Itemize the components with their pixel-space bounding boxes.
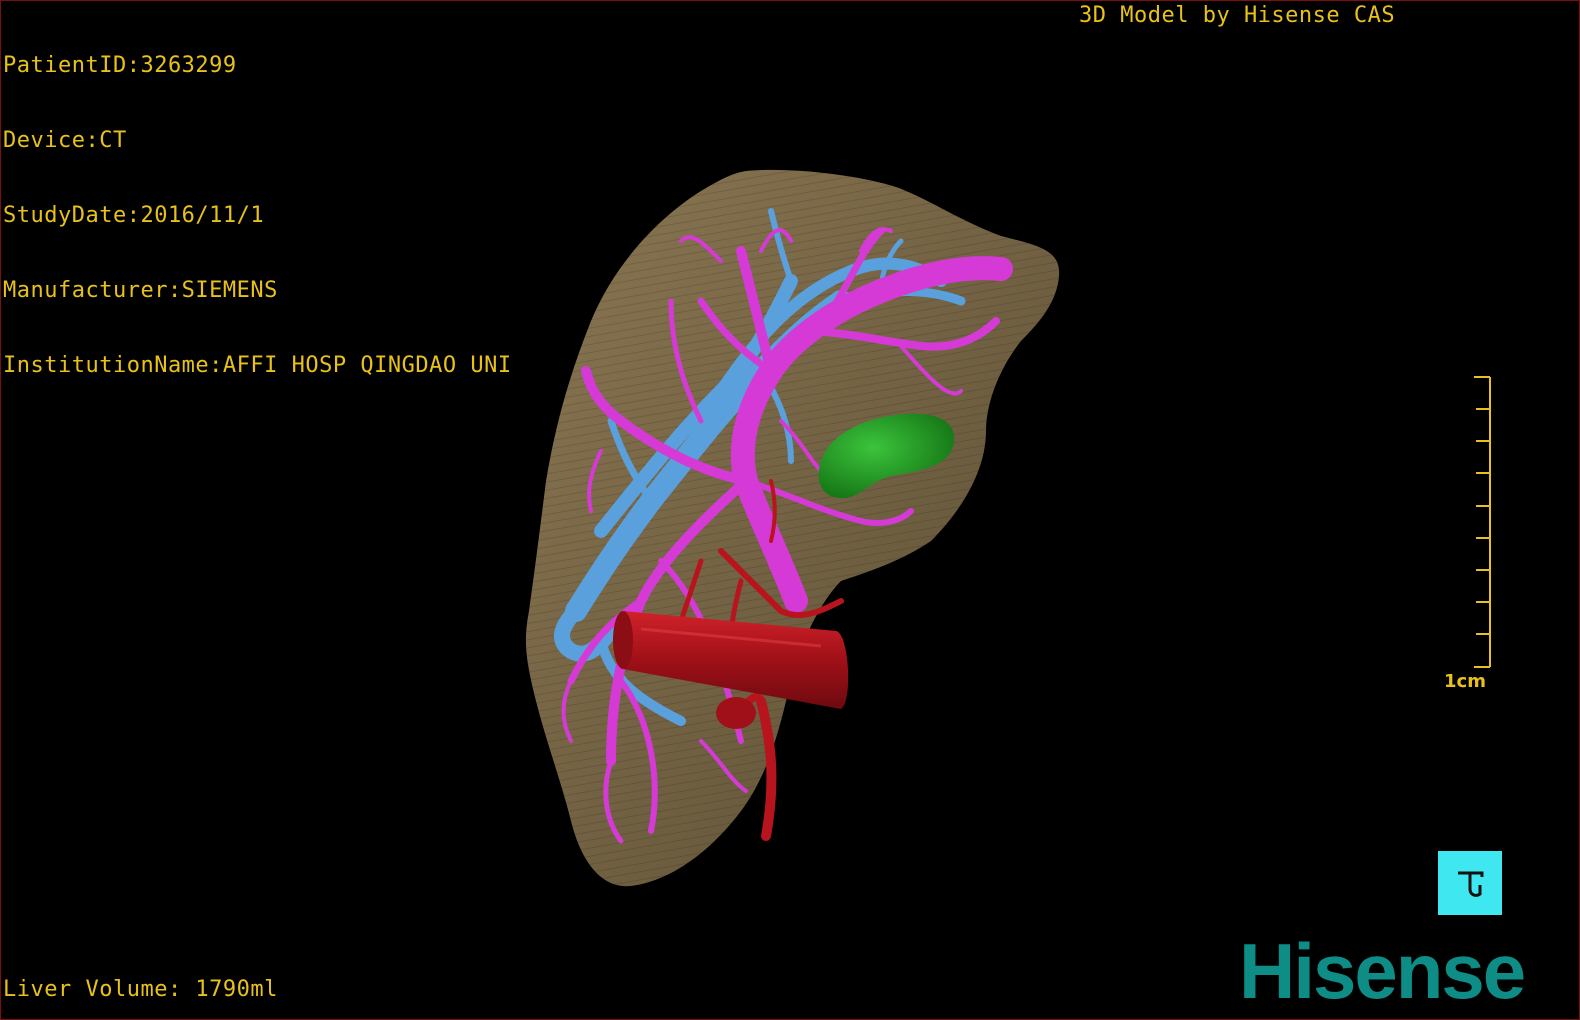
hisense-logo: Hisense xyxy=(1239,927,1526,1015)
model-credit: 3D Model by Hisense CAS xyxy=(1079,3,1396,28)
scale-bar xyxy=(1474,376,1491,668)
liver-volume-label: Liver Volume: 1790ml xyxy=(3,977,278,1002)
patient-id-label: PatientID:3263299 xyxy=(3,53,237,78)
institution-label: InstitutionName:AFFI HOSP QINGDAO UNI xyxy=(3,353,512,378)
dicom-info-panel: PatientID:3263299 Device:CT StudyDate:20… xyxy=(3,3,512,428)
study-date-label: StudyDate:2016/11/1 xyxy=(3,203,265,228)
celiac-trunk-knot xyxy=(716,697,756,729)
manufacturer-label: Manufacturer:SIEMENS xyxy=(3,278,278,303)
orientation-cube-icon xyxy=(1458,871,1484,897)
orientation-view-button[interactable] xyxy=(1438,851,1502,915)
device-label: Device:CT xyxy=(3,128,127,153)
scale-bar-label: 1cm xyxy=(1444,671,1486,692)
3d-viewport[interactable]: PatientID:3263299 Device:CT StudyDate:20… xyxy=(0,0,1580,1020)
